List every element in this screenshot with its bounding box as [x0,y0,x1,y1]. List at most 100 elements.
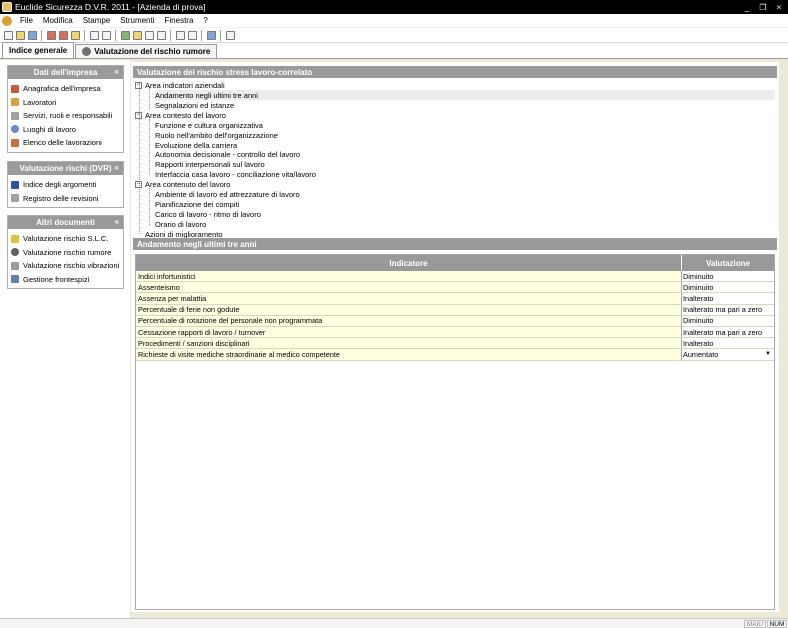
tree-node-funzione[interactable]: Funzione e cultura organizzativa [155,120,263,130]
paste-icon[interactable] [70,30,80,40]
tab-valutazione-rumore[interactable]: Valutazione del rischio rumore [75,44,218,58]
tree-node-area-contenuto[interactable]: − Area contenuto del lavoro [135,179,230,189]
menu-bar: File Modifica Stampe Strumenti Finestra … [0,14,788,28]
minimize-button[interactable]: _ [740,2,754,13]
sidebar-item-label: Lavoratori [23,97,57,107]
sidebar-item-lavoratori[interactable]: Lavoratori [8,96,123,110]
tree-node-area-indicatori[interactable]: − Area indicatori aziendali [135,80,225,90]
tree-connector [149,119,150,175]
sidebar-item-rischio-vibrazioni[interactable]: Valutazione rischio vibrazioni [8,259,123,273]
duplicate-icon[interactable] [144,30,154,40]
tree-node-interfaccia[interactable]: Interfaccia casa lavoro - conciliazione … [155,169,316,179]
tree-node-label: Rapporti interpersonali sul lavoro [155,159,265,169]
sidebar-item-indice-argomenti[interactable]: Indice degli argomenti [8,178,123,192]
tree-node-ruolo[interactable]: Ruolo nell'ambito dell'organizzazione [155,130,278,140]
tree-node-segnalazioni[interactable]: Segnalazioni ed istanze [155,100,234,110]
close-button[interactable]: × [772,2,786,13]
find-icon[interactable] [89,30,99,40]
delete-icon[interactable] [156,30,166,40]
table-row[interactable]: Procedimenti / sanzioni disciplinari Inal… [136,338,774,350]
insert-child-icon[interactable] [132,30,142,40]
caps-lock-indicator: MAIU [744,620,766,628]
tree-node-orario[interactable]: Orario di lavoro [155,219,206,229]
sidebar-item-rischio-slc[interactable]: Valutazione rischio S.L.C. [8,232,123,246]
collapse-icon[interactable]: « [115,217,119,226]
tree-node-andamento[interactable]: Andamento negli ultimi tre anni [155,90,775,100]
valutazione-dropdown[interactable]: Aumentato ▼ [682,349,774,360]
tree-node-ambiente[interactable]: Ambiente di lavoro ed attrezzature di la… [155,189,300,199]
sidebar-item-registro-revisioni[interactable]: Registro delle revisioni [8,192,123,206]
sidebar-item-luoghi[interactable]: Luoghi di lavoro [8,123,123,137]
help-icon[interactable] [206,30,216,40]
move-up-icon[interactable] [175,30,185,40]
collapse-icon[interactable]: − [135,111,142,119]
tree-node-pianificazione[interactable]: Pianificazione dei compiti [155,199,239,209]
copy-icon[interactable] [58,30,68,40]
tree-node-area-contesto[interactable]: − Area contesto del lavoro [135,110,226,120]
cell-valutazione[interactable]: Diminuito [682,282,774,293]
move-down-icon[interactable] [187,30,197,40]
restore-button[interactable]: ❐ [756,2,770,13]
tree-node-label: Funzione e cultura organizzativa [155,120,263,130]
spellcheck-icon[interactable] [101,30,111,40]
document-menu-icon[interactable] [2,15,12,26]
toolbar-separator [41,29,42,41]
menu-stampe[interactable]: Stampe [83,16,111,25]
tab-label: Indice generale [9,46,68,55]
tree-node-rapporti[interactable]: Rapporti interpersonali sul lavoro [155,159,265,169]
menu-modifica[interactable]: Modifica [43,16,73,25]
building-toolbar-icon[interactable] [225,30,235,40]
tab-indice-generale[interactable]: Indice generale [2,42,75,58]
collapse-icon[interactable]: « [115,163,119,172]
sidebar-item-label: Anagrafica dell'impresa [23,84,101,94]
menu-file[interactable]: File [20,16,33,25]
cell-valutazione[interactable]: Inalterato ma pari a zero [682,326,774,338]
menu-help[interactable]: ? [203,16,207,25]
insert-icon[interactable] [120,30,130,40]
tree-node-carico[interactable]: Carico di lavoro - ritmo di lavoro [155,209,261,219]
toolbar-separator [170,29,171,41]
table-row[interactable]: Assenza per malattia Inalterato [136,293,774,305]
sidebar-item-label: Valutazione rischio rumore [23,247,112,257]
collapse-icon[interactable]: « [115,67,119,76]
cell-indicatore: Assenza per malattia [136,293,682,304]
menu-strumenti[interactable]: Strumenti [120,16,154,25]
tree-node-label: Ruolo nell'ambito dell'organizzazione [155,130,278,140]
open-icon[interactable] [15,30,25,40]
cell-valutazione[interactable]: Diminuito [682,271,774,282]
tree-node-autonomia[interactable]: Autonomia decisionale - controllo del la… [155,149,300,159]
collapse-icon[interactable]: − [135,180,142,188]
sidebar-item-frontespizi[interactable]: Gestione frontespizi [8,273,123,287]
group-header[interactable]: Altri documenti « [8,216,123,229]
cell-valutazione[interactable]: Inalterato ma pari a zero [682,304,774,315]
toolbar-separator [201,29,202,41]
cell-valutazione[interactable]: Inalterato [682,338,774,349]
sidebar-item-lavorazioni[interactable]: Elenco delle lavorazioni [8,136,123,150]
sidebar-item-servizi[interactable]: Servizi, ruoli e responsabili [8,109,123,123]
sidebar-item-anagrafica[interactable]: Anagrafica dell'impresa [8,82,123,96]
table-row[interactable]: Assenteismo Diminuito [136,282,774,294]
table-row[interactable]: Cessazione rapporti di lavoro / turnover… [136,326,774,339]
cell-valutazione[interactable]: Inalterato [682,293,774,304]
group-header[interactable]: Valutazione rischi (DVR) « [8,162,123,175]
table-row[interactable]: Percentuale di rotazione del personale n… [136,315,774,327]
new-icon[interactable] [3,30,13,40]
dropdown-arrow-icon[interactable]: ▼ [765,351,771,357]
group-title: Dati dell'impresa [33,68,98,77]
group-header[interactable]: Dati dell'impresa « [8,66,123,79]
sidebar-item-label: Luoghi di lavoro [23,124,76,134]
table-row[interactable]: Percentuale di ferie non godute Inalterat… [136,304,774,316]
menu-finestra[interactable]: Finestra [165,16,194,25]
sidebar-item-rischio-rumore[interactable]: Valutazione rischio rumore [8,246,123,260]
cut-icon[interactable] [46,30,56,40]
save-icon[interactable] [27,30,37,40]
column-header-indicatore[interactable]: Indicatore [136,255,682,271]
table-row[interactable]: Richieste di visite mediche straordinari… [136,349,774,361]
cell-indicatore: Assenteismo [136,282,682,293]
cell-valutazione[interactable]: Diminuito [682,315,774,326]
column-header-valutazione[interactable]: Valutazione [682,255,774,271]
tree-connector [149,188,150,225]
collapse-icon[interactable]: − [135,81,142,89]
table-row[interactable]: Indici infortunistici Diminuito [136,271,774,283]
noise-icon [82,47,92,56]
